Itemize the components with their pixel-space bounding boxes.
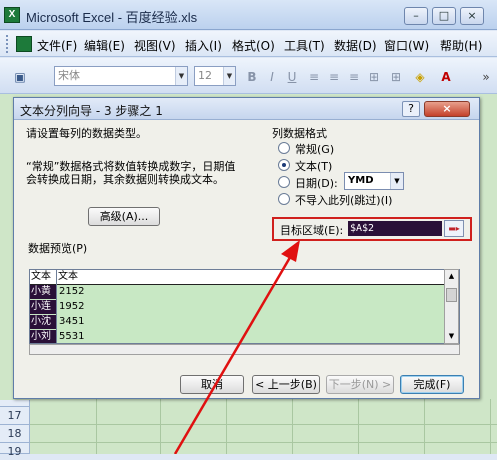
column-gridline [424, 399, 425, 454]
menu-view[interactable]: 视图(V) [134, 37, 176, 54]
preview-cell: 小沈 [30, 315, 56, 329]
dialog-titlebar[interactable]: 文本分列向导 - 3 步骤之 1 ? × [14, 98, 479, 120]
menu-grip-handle[interactable] [6, 35, 10, 53]
column-format-label: 列数据格式 [272, 127, 327, 140]
scroll-thumb[interactable] [446, 288, 457, 302]
close-window-button[interactable]: × [460, 7, 484, 25]
menu-file[interactable]: 文件(F) [37, 37, 77, 54]
preview-cell: 小连 [30, 300, 56, 314]
row-gridline [30, 424, 497, 425]
font-size-select[interactable]: 12 ▼ [194, 66, 236, 86]
row-header-17[interactable]: 17 [0, 407, 30, 425]
column-gridline [292, 399, 293, 454]
fill-color-icon[interactable]: ◈ [412, 69, 428, 85]
dialog-title: 文本分列向导 - 3 步骤之 1 [20, 104, 163, 118]
radio-date-label[interactable]: 日期(D): [295, 175, 338, 191]
excel-icon: X [4, 7, 20, 23]
column-gridline [490, 399, 491, 454]
scroll-up-icon[interactable]: ▲ [446, 271, 457, 281]
date-format-value: YMD [348, 175, 374, 186]
window-title: Microsoft Excel - 百度经验.xls [26, 10, 198, 25]
dialog-close-button[interactable]: × [424, 101, 470, 117]
preview-cell: 小黄 [30, 285, 56, 299]
menu-format[interactable]: 格式(O) [232, 37, 275, 54]
column-gridline [226, 399, 227, 454]
menu-data[interactable]: 数据(D) [334, 37, 377, 54]
font-size-value: 12 [198, 69, 212, 82]
date-format-select[interactable]: YMD ▼ [344, 172, 404, 190]
menu-tools[interactable]: 工具(T) [284, 37, 325, 54]
advanced-button[interactable]: 高级(A)... [88, 207, 160, 226]
preview-header-row: 文本 文本 [30, 270, 459, 285]
chevron-down-icon: ▼ [390, 173, 403, 189]
italic-icon[interactable]: I [264, 69, 280, 85]
preview-column-divider [56, 270, 57, 343]
minimize-button[interactable]: – [404, 7, 428, 25]
row-gridline [30, 442, 497, 443]
row-header-19[interactable]: 19 [0, 443, 30, 458]
scroll-down-icon[interactable]: ▼ [446, 331, 457, 341]
radio-text[interactable] [278, 159, 290, 171]
radio-general[interactable] [278, 142, 290, 154]
menu-insert[interactable]: 插入(I) [185, 37, 222, 54]
column-gridline [358, 399, 359, 454]
align-right-icon[interactable]: ≡ [346, 69, 362, 85]
radio-text-label[interactable]: 文本(T) [295, 158, 332, 174]
column-gridline [160, 399, 161, 454]
description-line2: 会转换成日期，其余数据则转换成文本。 [26, 173, 224, 186]
finish-button[interactable]: 完成(F) [400, 375, 464, 394]
chevron-down-icon: ▼ [175, 67, 187, 85]
row-header-partial[interactable] [0, 400, 30, 407]
data-preview-pane[interactable]: 文本 文本 小黄 2152 小连 1952 小沈 3451 小刘 5531 [29, 269, 460, 344]
underline-icon[interactable]: U [284, 69, 300, 85]
menu-edit[interactable]: 编辑(E) [84, 37, 125, 54]
formatting-toolbar: ▣ 宋体 ▼ 12 ▼ B I U ≡ ≡ ≡ ⊞ ⊞ ◈ A » [0, 58, 497, 94]
help-button[interactable]: ? [402, 101, 420, 117]
toolbar-options-icon[interactable]: » [478, 69, 494, 85]
menu-window[interactable]: 窗口(W) [384, 37, 429, 54]
merge-center-icon[interactable]: ⊞ [366, 69, 382, 85]
destination-label: 目标区域(E): [280, 224, 344, 237]
next-button[interactable]: 下一步(N) > [326, 375, 394, 394]
data-preview-label: 数据预览(P) [28, 242, 88, 255]
chevron-down-icon: ▼ [223, 67, 235, 85]
font-name-select[interactable]: 宋体 ▼ [54, 66, 188, 86]
column-gridline [96, 399, 97, 454]
align-center-icon[interactable]: ≡ [326, 69, 342, 85]
menu-help[interactable]: 帮助(H) [440, 37, 482, 54]
preview-header-cell: 文本 [31, 271, 51, 282]
radio-skip-column-label[interactable]: 不导入此列(跳过)(I) [295, 192, 392, 208]
font-name-value: 宋体 [58, 69, 80, 82]
row-header-18[interactable]: 18 [0, 425, 30, 443]
borders-icon[interactable]: ⊞ [388, 69, 404, 85]
radio-general-label[interactable]: 常规(G) [295, 141, 334, 157]
align-left-icon[interactable]: ≡ [306, 69, 322, 85]
radio-date[interactable] [278, 176, 290, 188]
text-to-columns-dialog: 文本分列向导 - 3 步骤之 1 ? × 请设置每列的数据类型。 “常规”数据格… [13, 97, 480, 399]
preview-cell: 3451 [59, 316, 85, 327]
window-titlebar: X Microsoft Excel - 百度经验.xls – □ × [0, 0, 497, 30]
preview-horizontal-scrollbar[interactable] [29, 344, 460, 355]
save-icon[interactable]: ▣ [12, 69, 28, 85]
preview-cell: 2152 [59, 286, 85, 297]
preview-cell: 5531 [59, 331, 85, 342]
instruction-text: 请设置每列的数据类型。 [26, 127, 147, 140]
bold-icon[interactable]: B [244, 69, 260, 85]
maximize-button[interactable]: □ [432, 7, 456, 25]
workbook-icon[interactable] [16, 36, 32, 52]
preview-cell: 1952 [59, 301, 85, 312]
font-color-icon[interactable]: A [438, 69, 454, 85]
menu-bar: 文件(F) 编辑(E) 视图(V) 插入(I) 格式(O) 工具(T) 数据(D… [0, 31, 497, 57]
back-button[interactable]: < 上一步(B) [252, 375, 320, 394]
cancel-button[interactable]: 取消 [180, 375, 244, 394]
preview-vertical-scrollbar[interactable]: ▲ ▼ [444, 269, 459, 344]
destination-input[interactable]: $A$2 [348, 221, 442, 236]
preview-cell: 小刘 [30, 330, 56, 343]
radio-skip-column[interactable] [278, 193, 290, 205]
collapse-dialog-icon[interactable]: ▬▸ [444, 220, 464, 237]
preview-header-cell: 文本 [58, 271, 78, 282]
